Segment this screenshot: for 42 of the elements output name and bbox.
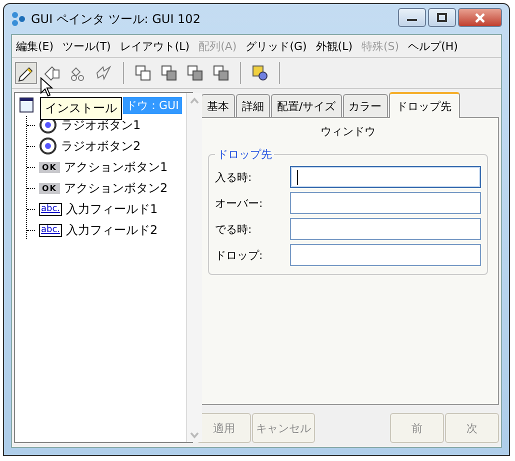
- tree-item[interactable]: 入力フィールド2: [66, 222, 158, 238]
- input-field[interactable]: [290, 244, 481, 266]
- text-field-icon: abc.: [39, 224, 62, 236]
- menu-item[interactable]: グリッド(G): [246, 38, 307, 54]
- minimize-button[interactable]: [398, 8, 426, 27]
- tab[interactable]: 基本: [201, 94, 235, 117]
- tree-item[interactable]: 入力フィールド1: [66, 200, 158, 218]
- tab[interactable]: 詳細: [236, 94, 270, 117]
- maximize-icon: [436, 12, 448, 22]
- tab[interactable]: 配置/サイズ: [271, 94, 342, 117]
- window-icon: [19, 97, 35, 113]
- tree-item[interactable]: アクションボタン1: [64, 158, 168, 176]
- tooltip: インストール: [40, 97, 122, 120]
- close-button[interactable]: [458, 8, 502, 27]
- window-title: GUI ペインタ ツール: GUI 102: [31, 10, 200, 28]
- tab[interactable]: カラー: [342, 94, 388, 117]
- tree-item[interactable]: ラジオボタン2: [61, 138, 141, 154]
- scrollbar[interactable]: [186, 93, 202, 442]
- app-icon: [11, 11, 27, 27]
- pencil-button[interactable]: [15, 62, 37, 84]
- ok-button-icon: OK: [39, 182, 60, 194]
- input-field[interactable]: [290, 166, 481, 188]
- tab[interactable]: ドロップ先: [388, 92, 460, 118]
- menu-item[interactable]: ツール(T): [62, 38, 111, 54]
- text-field-icon: abc.: [39, 202, 62, 216]
- input-field[interactable]: [290, 218, 481, 240]
- field-label: でる時:: [215, 222, 253, 236]
- menu-item[interactable]: 編集(E): [16, 38, 54, 54]
- radio-icon: [39, 137, 57, 155]
- panel-title: ウィンドウ: [320, 124, 376, 139]
- ok-button-icon: OK: [39, 162, 60, 172]
- menu-item[interactable]: 外観(L): [316, 38, 353, 54]
- menu-item[interactable]: ヘルプ(H): [408, 38, 458, 54]
- maximize-button[interactable]: [428, 8, 456, 27]
- group-title: ドロップ先: [216, 147, 273, 162]
- field-label: オーバー:: [215, 196, 264, 210]
- field-label: ドロップ:: [215, 248, 264, 262]
- field-label: 入る時:: [215, 170, 253, 184]
- close-icon: [473, 12, 487, 22]
- input-field[interactable]: [290, 192, 481, 214]
- tree-item[interactable]: アクションボタン2: [64, 180, 168, 196]
- menu-item[interactable]: レイアウト(L): [120, 38, 190, 54]
